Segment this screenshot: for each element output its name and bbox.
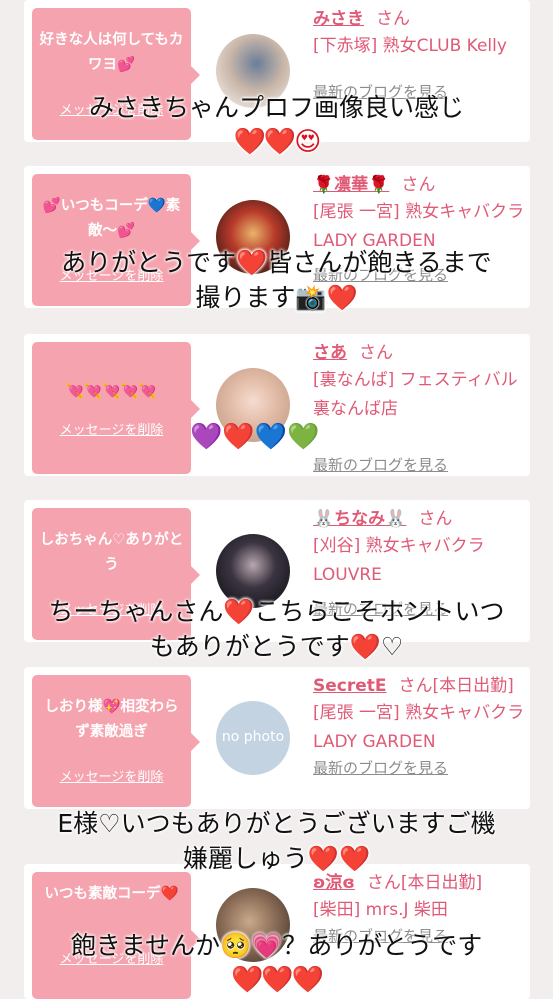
caption-line: ちーちゃんさん❤️こちらこそホントいつ [48, 597, 505, 626]
caption-line: みさきちゃんプロフ画像良い感じ [88, 93, 464, 122]
message-text: いつも素敵コーデ❤️ [44, 886, 179, 902]
honorific: さん [418, 509, 453, 529]
shop-info: [柴田] mrs.J 柴田 [313, 900, 448, 920]
caption-overlay: ちーちゃんさん❤️こちらこそホントいつ もありがとうです❤️♡ [0, 594, 553, 664]
caption-emoji-line: ❤️❤️😍 [233, 127, 322, 157]
message-text: しおちゃん♡ありがとう [39, 532, 184, 573]
caption-overlay: 飽きませんか🥺💗？ありがとうです ❤️❤️❤️ [0, 928, 553, 998]
shop-info: [裏なんば] フェスティバル 裏なんば店 [313, 370, 518, 419]
cast-name-link[interactable]: ʚ涼ɞ [313, 873, 355, 893]
message-text: しおり様💖相変わらず素敵過ぎ [44, 699, 179, 740]
message-bubble: しおり様💖相変わらず素敵過ぎ メッセージを削除 [32, 675, 200, 807]
caption-line: 撮ります📸❤️ [195, 283, 358, 312]
honorific: さん[本日出勤] [398, 676, 514, 696]
cast-name-link[interactable]: 🌹凛華🌹 [313, 175, 389, 195]
message-text: 💕いつもコーデ💙素敵〜💕 [42, 198, 181, 239]
message-text: 好きな人は何してもカワヨ💕 [39, 32, 184, 73]
message-text: 💘💘💘💘💘 [66, 384, 157, 400]
cast-name-link[interactable]: SecretE [313, 676, 387, 696]
caption-line: 嫌麗しゅう❤️❤️ [182, 844, 371, 873]
blog-link[interactable]: 最新のブログを見る [313, 757, 525, 778]
honorific: さん [401, 175, 436, 195]
message-card: しおり様💖相変わらず素敵過ぎ メッセージを削除 no photo SecretE… [24, 667, 530, 809]
honorific: さん[本日出勤] [366, 873, 483, 893]
caption-overlay: みさきちゃんプロフ画像良い感じ ❤️❤️😍 [0, 90, 553, 160]
caption-overlay: ありがとうです❤️皆さんが飽きるまで 撮ります📸❤️ [0, 245, 553, 315]
no-photo-label: no photo [221, 729, 285, 745]
shop-info: [刈谷] 熟女キャバクラ LOUVRE [313, 536, 485, 585]
delete-message-link[interactable]: メッセージを削除 [32, 766, 191, 785]
caption-line: 飽きませんか🥺💗？ありがとうです [70, 931, 483, 960]
cast-name-link[interactable]: さあ [313, 343, 347, 363]
message-card: 💘💘💘💘💘 メッセージを削除 さあ さん [裏なんば] フェスティバル 裏なんば店… [24, 334, 530, 476]
avatar[interactable]: no photo [216, 701, 290, 775]
caption-line: もありがとうです❤️♡ [149, 632, 404, 661]
caption-emoji-line: ❤️❤️❤️ [230, 965, 324, 995]
honorific: さん [376, 9, 410, 29]
delete-message-link[interactable]: メッセージを削除 [32, 419, 191, 438]
message-bubble: 💘💘💘💘💘 メッセージを削除 [32, 342, 200, 474]
caption-overlay: E様♡いつもありがとうございますご機 嫌麗しゅう❤️❤️ [0, 806, 553, 876]
caption-emoji-line: 💜❤️💙💚 [190, 422, 320, 452]
shop-info: [尾張 一宮] 熟女キャバクラ LADY GARDEN [313, 703, 525, 752]
cast-name-link[interactable]: 🐰ちなみ🐰 [313, 509, 406, 529]
cast-name-link[interactable]: みさき [313, 9, 364, 29]
honorific: さん [359, 343, 393, 363]
caption-line: E様♡いつもありがとうございますご機 [57, 809, 496, 838]
caption-line: ありがとうです❤️皆さんが飽きるまで [61, 248, 492, 277]
shop-info: [下赤塚] 熟女CLUB Kelly [313, 36, 507, 56]
blog-link[interactable]: 最新のブログを見る [313, 454, 525, 475]
